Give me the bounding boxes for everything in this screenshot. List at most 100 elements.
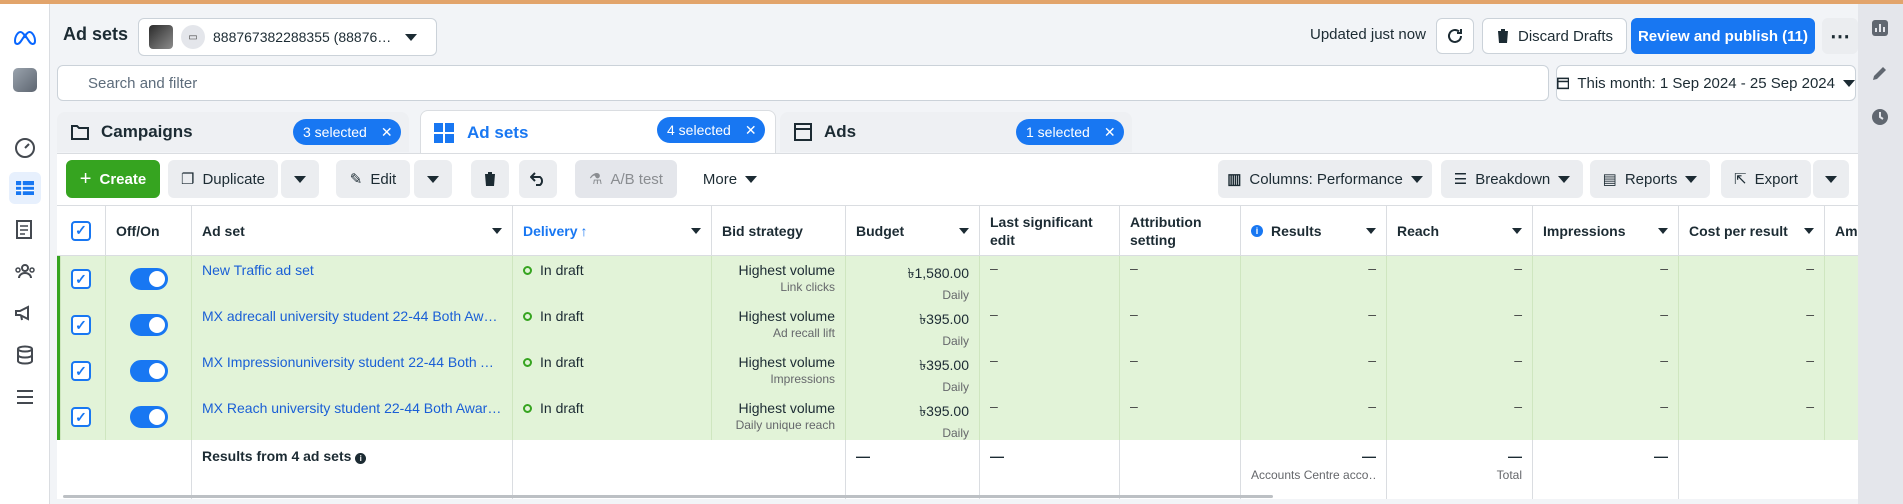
chevron-down-icon bbox=[294, 175, 306, 183]
row-checkbox[interactable]: ✓ bbox=[71, 361, 91, 381]
budget-amount[interactable]: ৳395.00 bbox=[856, 354, 969, 378]
chart-icon[interactable] bbox=[1863, 11, 1897, 45]
on-off-toggle[interactable] bbox=[129, 314, 168, 336]
reports-button[interactable]: ▤ Reports bbox=[1590, 160, 1710, 198]
close-icon[interactable]: ✕ bbox=[745, 122, 757, 139]
more-options-icon[interactable]: ⋯ bbox=[1822, 18, 1858, 54]
breakdown-button[interactable]: ☰ Breakdown bbox=[1441, 160, 1583, 198]
column-results[interactable]: i Results bbox=[1241, 206, 1387, 256]
chevron-down-icon bbox=[405, 33, 417, 41]
column-budget[interactable]: Budget bbox=[846, 206, 980, 256]
duplicate-dropdown[interactable] bbox=[281, 160, 319, 198]
impressions-value: – bbox=[1533, 394, 1679, 440]
column-impressions[interactable]: Impressions bbox=[1533, 206, 1679, 256]
info-icon[interactable]: i bbox=[355, 453, 367, 464]
edit-dropdown[interactable] bbox=[414, 160, 452, 198]
close-icon[interactable]: ✕ bbox=[381, 124, 393, 141]
column-delivery[interactable]: Delivery ↑ bbox=[513, 206, 712, 256]
ad-set-name-link[interactable]: MX Reach university student 22-44 Both A… bbox=[202, 400, 502, 416]
budget-amount[interactable]: ৳1,580.00 bbox=[856, 262, 969, 286]
row-checkbox[interactable]: ✓ bbox=[71, 315, 91, 335]
account-selector[interactable]: ▭ 888767382288355 (88876… bbox=[138, 18, 437, 56]
summary-impressions: — Total bbox=[1387, 440, 1533, 499]
column-cost-per-result[interactable]: Cost per result bbox=[1679, 206, 1825, 256]
ad-account-icon: ▭ bbox=[181, 25, 205, 49]
chevron-down-icon bbox=[1366, 228, 1376, 234]
column-amount-spent[interactable]: Am bbox=[1825, 206, 1858, 256]
status-dot-icon bbox=[523, 266, 532, 275]
export-button[interactable]: ⇱ Export bbox=[1721, 160, 1811, 198]
column-attribution-setting[interactable]: Attribution setting bbox=[1120, 206, 1241, 256]
table-icon[interactable] bbox=[9, 172, 41, 204]
ad-set-name-link[interactable]: MX Impressionuniversity student 22-44 Bo… bbox=[202, 354, 502, 370]
table-row[interactable]: ✓ MX adrecall university student 22-44 Bo… bbox=[57, 302, 1858, 348]
column-ad-set[interactable]: Ad set bbox=[192, 206, 513, 256]
date-range-picker[interactable]: This month: 1 Sep 2024 - 25 Sep 2024 bbox=[1556, 65, 1856, 101]
reach-value: – bbox=[1387, 394, 1533, 440]
select-all-checkbox[interactable]: ✓ bbox=[71, 220, 91, 241]
ad-set-name-link[interactable]: New Traffic ad set bbox=[202, 262, 502, 278]
column-last-significant-edit[interactable]: Last significant edit bbox=[980, 206, 1120, 256]
delete-button[interactable] bbox=[471, 160, 509, 198]
attribution-value: – bbox=[1120, 302, 1241, 348]
table-row[interactable]: ✓ MX Impressionuniversity student 22-44 B… bbox=[57, 348, 1858, 394]
create-button[interactable]: + Create bbox=[66, 160, 160, 198]
history-icon[interactable] bbox=[1863, 100, 1897, 134]
export-icon: ⇱ bbox=[1734, 171, 1747, 188]
refresh-button[interactable] bbox=[1436, 18, 1474, 54]
chevron-down-icon bbox=[1658, 228, 1668, 234]
edit-button[interactable]: ✎ Edit bbox=[336, 160, 410, 198]
table-row[interactable]: ✓ MX Reach university student 22-44 Both … bbox=[57, 394, 1858, 440]
results-value: – bbox=[1241, 302, 1387, 348]
ad-sets-selected-chip[interactable]: 4 selected ✕ bbox=[657, 117, 765, 143]
horizontal-scrollbar[interactable] bbox=[63, 495, 1273, 498]
budget-period: Daily bbox=[942, 334, 969, 348]
ads-selected-chip[interactable]: 1 selected ✕ bbox=[1016, 119, 1124, 145]
summary-row: Results from 4 ad sets i — — — Accounts C… bbox=[57, 440, 1858, 499]
chevron-down-icon bbox=[1558, 175, 1571, 183]
tab-campaigns[interactable]: Campaigns 3 selected ✕ bbox=[57, 112, 409, 152]
ad-sets-table: ✓ Off/On Ad set Delivery ↑ Bid strategy B… bbox=[57, 205, 1858, 499]
discard-drafts-button[interactable]: Discard Drafts bbox=[1482, 18, 1627, 54]
status-dot-icon bbox=[523, 404, 532, 413]
on-off-toggle[interactable] bbox=[129, 406, 168, 428]
meta-logo-icon[interactable] bbox=[9, 22, 41, 54]
audience-icon[interactable] bbox=[9, 255, 41, 287]
table-row[interactable]: ✓ New Traffic ad set In draft Highest volum… bbox=[57, 256, 1858, 302]
campaigns-selected-chip[interactable]: 3 selected ✕ bbox=[293, 119, 401, 145]
export-dropdown[interactable] bbox=[1813, 160, 1849, 198]
undo-button[interactable] bbox=[519, 160, 557, 198]
close-icon[interactable]: ✕ bbox=[1104, 124, 1116, 141]
ad-set-name-link[interactable]: MX adrecall university student 22-44 Bot… bbox=[202, 308, 502, 324]
attribution-value: – bbox=[1120, 394, 1241, 440]
columns-button[interactable]: ▥ Columns: Performance bbox=[1218, 160, 1432, 198]
tab-ads[interactable]: Ads 1 selected ✕ bbox=[780, 112, 1132, 152]
on-off-toggle[interactable] bbox=[129, 360, 168, 382]
megaphone-icon[interactable] bbox=[9, 297, 41, 329]
budget-amount[interactable]: ৳395.00 bbox=[856, 400, 969, 424]
row-checkbox[interactable]: ✓ bbox=[71, 407, 91, 427]
pencil-icon[interactable] bbox=[1863, 56, 1897, 90]
toolbar bbox=[57, 153, 1858, 205]
search-input[interactable]: Search and filter bbox=[57, 65, 1549, 101]
select-all-header: ✓ bbox=[57, 206, 106, 256]
column-reach[interactable]: Reach bbox=[1387, 206, 1533, 256]
more-button[interactable]: More bbox=[690, 160, 770, 198]
budget-amount[interactable]: ৳395.00 bbox=[856, 308, 969, 332]
duplicate-button[interactable]: ❐ Duplicate bbox=[168, 160, 278, 198]
review-publish-button[interactable]: Review and publish (11) bbox=[1631, 18, 1815, 54]
reach-value: – bbox=[1387, 348, 1533, 394]
ab-test-button[interactable]: ⚗ A/B test bbox=[575, 160, 677, 198]
chevron-down-icon bbox=[427, 175, 439, 183]
billing-icon[interactable] bbox=[9, 339, 41, 371]
info-icon[interactable]: i bbox=[1251, 224, 1263, 237]
column-offon[interactable]: Off/On bbox=[106, 206, 192, 256]
speedometer-icon[interactable] bbox=[9, 131, 41, 163]
menu-icon[interactable] bbox=[9, 381, 41, 413]
column-bid-strategy[interactable]: Bid strategy bbox=[712, 206, 846, 256]
on-off-toggle[interactable] bbox=[129, 268, 168, 290]
row-checkbox[interactable]: ✓ bbox=[71, 269, 91, 289]
account-avatar[interactable] bbox=[9, 64, 41, 96]
tab-ad-sets[interactable]: Ad sets 4 selected ✕ bbox=[420, 110, 776, 154]
pages-icon[interactable] bbox=[9, 213, 41, 245]
